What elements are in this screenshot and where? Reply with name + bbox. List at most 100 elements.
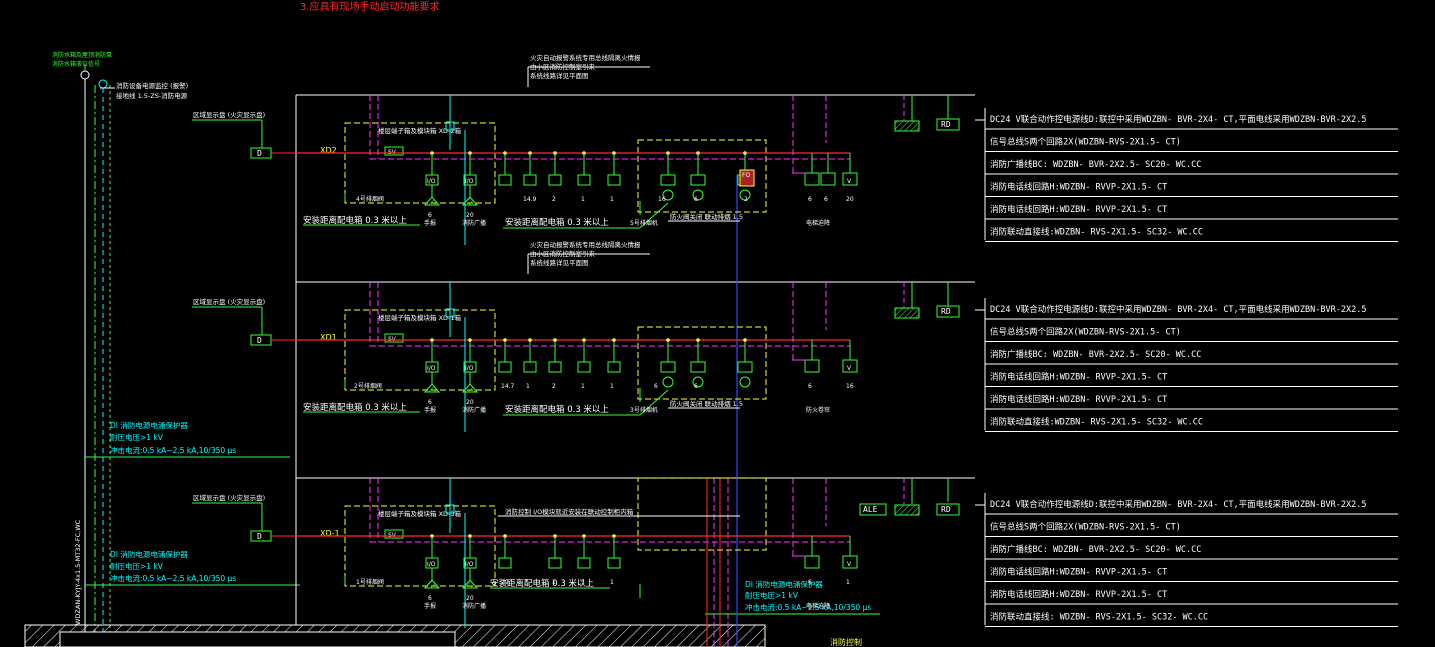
legend-xd-1: DC24 V联合动作控电源线D:联控中采用WDZBN- BVR-2X4- CT,… — [975, 493, 1398, 627]
install-note: 安装距离配电箱 0.3 米以上 — [303, 402, 407, 413]
hatch-device — [894, 120, 920, 132]
legend-line: 消防电话线回路H:WDZBN- RVVP-2X1.5- CT — [990, 567, 1167, 578]
surge-2-title: DI 消防电源电涌保护器 — [110, 549, 188, 559]
hatch-device — [894, 504, 920, 516]
install-note-2: 安装距离配电箱 0.3 米以上 — [505, 404, 609, 415]
legend-xd1: DC24 V联合动作控电源线D:联控中采用WDZBN- BVR-2X4- CT,… — [975, 298, 1398, 432]
surge-1-line2: 耐压电压>1 kV — [110, 432, 164, 442]
device-count: 1 — [610, 383, 614, 390]
detector-symbol — [662, 376, 674, 388]
tap-node — [430, 338, 434, 342]
top-left-note-1: 消防水箱及屋顶消防泵 — [52, 51, 112, 59]
surge-1-title: DI 消防电源电涌保护器 — [110, 420, 188, 430]
tap-node — [582, 338, 586, 342]
device-count: 2号排烟阀 — [354, 382, 382, 390]
tap-node — [553, 151, 557, 155]
floor-id: XD-1 — [320, 529, 340, 538]
tap-node — [528, 338, 532, 342]
device-caption: 消防广播 — [462, 219, 486, 227]
device-count: 6 — [808, 579, 812, 586]
legend-line: 信号总线S两个回路2X(WDZBN-RVS-2X1.5- CT) — [990, 522, 1181, 533]
device-caption: 防火卷帘 — [806, 406, 830, 414]
module-label: 区域显示盘 (火灾显示盘) — [193, 110, 265, 119]
device-caption: 消防广播 — [462, 602, 486, 610]
legend-line: DC24 V联合动作控电源线D:联控中采用WDZBN- BVR-2X4- CT,… — [990, 304, 1366, 315]
far-device — [804, 555, 820, 569]
display-panel-text: D — [257, 149, 262, 158]
device-symbol-right — [660, 361, 676, 373]
io-label: I/O — [427, 178, 436, 185]
tap-node — [582, 151, 586, 155]
device-count: 6 — [694, 196, 698, 203]
wire-note: 防火阀关闭 联动排烟 1.5 — [670, 399, 743, 408]
device-symbol — [577, 557, 591, 569]
fo-label: FO — [742, 172, 750, 179]
legend-groups: DC24 V联合动作控电源线D:联控中采用WDZBN- BVR-2X4- CT,… — [975, 108, 1398, 627]
device-count: 16 — [846, 383, 854, 390]
device-symbol — [577, 361, 591, 373]
device-symbol — [607, 174, 621, 186]
device-count: 6 — [808, 196, 812, 203]
device-count: 2 — [552, 383, 556, 390]
riser-note-2: 接地线 1.5-ZS-消防电源 — [116, 91, 188, 100]
device-count: 4号排烟阀 — [356, 195, 384, 203]
far-v-label: V — [847, 561, 852, 568]
device-symbol — [498, 174, 512, 186]
device-count: 14.7 — [501, 383, 515, 390]
tap-node — [666, 151, 670, 155]
legend-line: 消防电话线回路H:WDZBN- RVVP-2X1.5- CT — [990, 372, 1167, 383]
device-symbol — [498, 361, 512, 373]
floor-header-note: 系统线路详见平面图 — [530, 71, 589, 80]
tap-node — [696, 151, 700, 155]
surge-1-line3: 冲击电流:0.5 kA~2.5 kA,10/350 μs — [110, 445, 236, 455]
tap-node — [468, 151, 472, 155]
device-count: 6 — [654, 383, 658, 390]
module-box — [344, 122, 496, 204]
device-symbol — [607, 361, 621, 373]
surge-protector-note-3: DI 消防电源电涌保护器 耐压电压>1 kV 冲击电流:0.5 kA~2.5 k… — [705, 579, 880, 615]
install-note: 安装距离配电箱 0.3 米以上 — [303, 215, 407, 226]
tap-node — [503, 534, 507, 538]
legend-line: 信号总线S两个回路2X(WDZBN-RVS-2X1.5- CT) — [990, 327, 1181, 338]
tap-node — [612, 534, 616, 538]
tap-node — [553, 338, 557, 342]
tap-node — [696, 338, 700, 342]
device-symbol — [548, 361, 562, 373]
device-count: 6 — [428, 595, 432, 602]
install-note: 安装距离配电箱 0.3 米以上 — [490, 578, 594, 589]
far-device — [820, 172, 836, 186]
floor-xd2: 火灾自动报警系统专用总线隔离火情报由小区消防控制室引来系统线路详见平面图区域显示… — [192, 53, 960, 245]
device-symbol-right — [737, 361, 753, 373]
device-symbol — [548, 174, 562, 186]
legend-line: 消防广播线BC: WDZBN- BVR-2X2.5- SC20- WC.CC — [990, 349, 1201, 360]
device-count: 6 — [824, 196, 828, 203]
riser-cable-label: WDZAN-KYJY-4x1.5-MT32-FC,WC — [74, 519, 82, 625]
legend-line: DC24 V联合动作控电源线D:联控中采用WDZBN- BVR-2X4- CT,… — [990, 114, 1366, 125]
legend-line: 消防广播线BC: WDZBN- BVR-2X2.5- SC20- WC.CC — [990, 544, 1201, 555]
device-count: 6 — [694, 383, 698, 390]
floor-header-note: 系统线路详见平面图 — [530, 258, 589, 267]
io-label: I/O — [465, 561, 474, 568]
io-label: I/O — [465, 178, 474, 185]
floor-header-note: 火灾自动报警系统专用总线隔离火情报 — [530, 53, 641, 62]
device-count: 6 — [808, 383, 812, 390]
device-caption: 手报 — [424, 602, 436, 610]
floor-header-note: 火灾自动报警系统专用总线隔离火情报 — [530, 240, 641, 249]
device-count: 1 — [846, 579, 850, 586]
module-box-right — [637, 477, 767, 551]
tap-node — [528, 151, 532, 155]
tap-node — [503, 338, 507, 342]
legend-line: 消防联动直接线:WDZBN- RVS-2X1.5- SC32- WC.CC — [990, 227, 1203, 238]
floor-xd1: 火灾自动报警系统专用总线隔离火情报由小区消防控制室引来系统线路详见平面图区域显示… — [192, 240, 960, 432]
main-riser-lines — [80, 64, 115, 647]
fire-valve-symbol — [423, 196, 441, 206]
device-count: 16 — [658, 196, 666, 203]
surge-2-line3: 冲击电流:0.5 kA~2.5 kA,10/350 μs — [110, 573, 236, 583]
floor-id: XD2 — [320, 146, 337, 155]
floor-id: XD1 — [320, 333, 337, 342]
top-left-note-2: 消防水箱液位信号 — [52, 60, 100, 68]
device-count: 1 — [581, 383, 585, 390]
device-caption: 电梯迫降 — [806, 602, 830, 610]
ale-label: ALE — [863, 505, 878, 514]
device-symbol — [577, 174, 591, 186]
